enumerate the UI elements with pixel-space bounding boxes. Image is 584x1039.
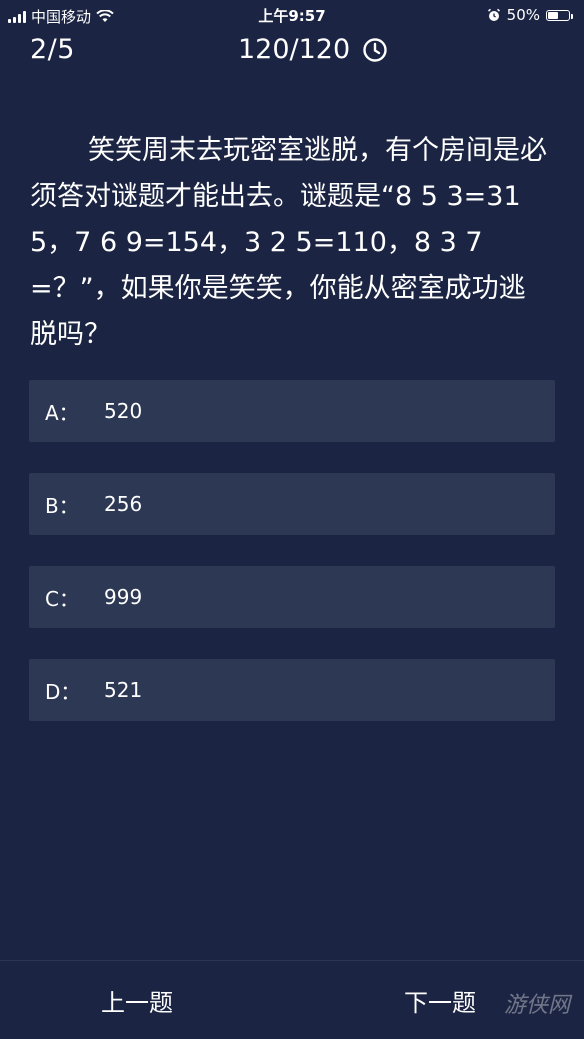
option-letter: A： — [45, 400, 79, 425]
bottom-nav: 上一题 下一题 游侠网 — [0, 960, 584, 1039]
option-letter: B： — [45, 493, 79, 518]
options-list: A： 520 B： 256 C： 999 D： 521 — [29, 380, 555, 752]
timer: 120/120 — [238, 34, 388, 65]
status-bar: 中国移动 上午9:57 50% — [0, 0, 584, 30]
option-text: 520 — [104, 399, 143, 423]
battery-icon — [546, 9, 573, 21]
next-question-button[interactable]: 下一题 — [404, 983, 476, 1018]
option-text: 999 — [104, 585, 143, 609]
timer-value: 120/120 — [238, 34, 351, 65]
option-c[interactable]: C： 999 — [29, 566, 555, 628]
battery-percent: 50% — [506, 6, 540, 24]
question-progress: 2/5 — [30, 34, 75, 65]
option-a[interactable]: A： 520 — [29, 380, 555, 442]
option-letter: D： — [45, 679, 81, 704]
watermark: 游侠网 — [503, 993, 570, 1018]
previous-question-button[interactable]: 上一题 — [101, 983, 173, 1018]
option-text: 521 — [104, 678, 143, 702]
question-text: 笑笑周末去玩密室逃脱，有个房间是必须答对谜题才能出去。谜题是“8 5 3=315… — [30, 135, 547, 350]
alarm-icon — [487, 8, 500, 21]
option-text: 256 — [104, 492, 143, 516]
option-letter: C： — [45, 586, 79, 611]
status-right: 50% — [487, 6, 573, 24]
option-b[interactable]: B： 256 — [29, 473, 555, 535]
clock-icon — [362, 37, 388, 63]
option-d[interactable]: D： 521 — [29, 659, 555, 721]
